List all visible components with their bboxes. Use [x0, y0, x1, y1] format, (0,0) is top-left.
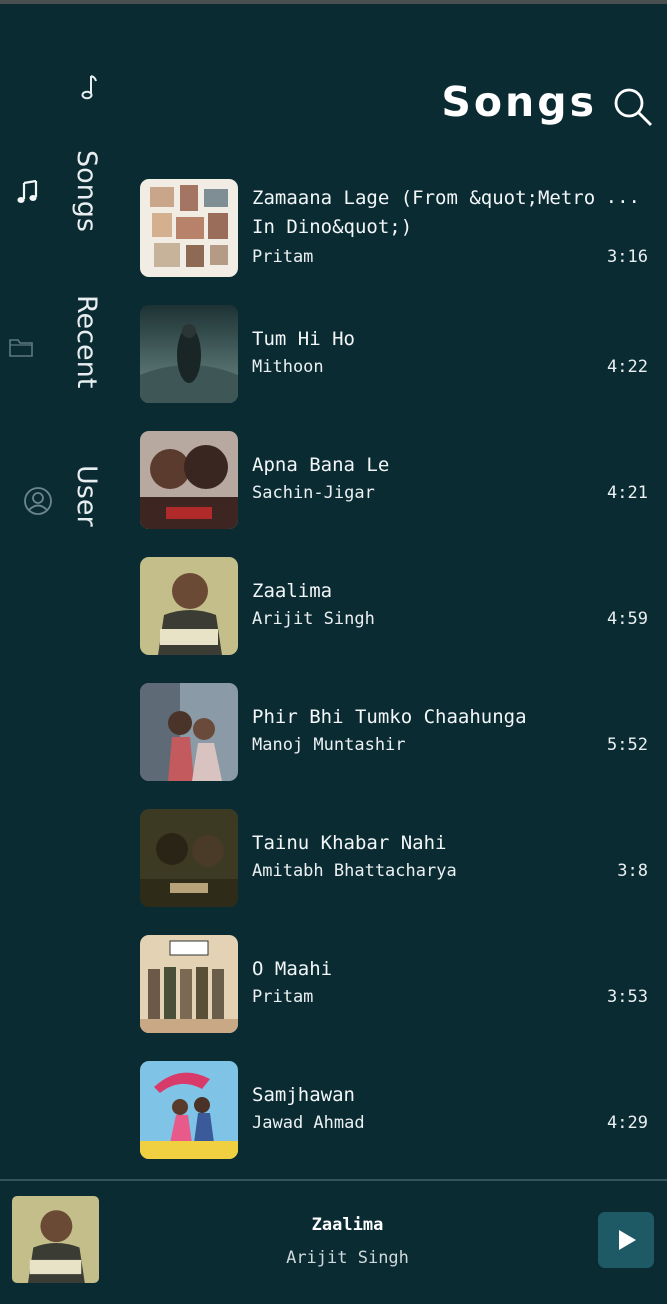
- song-duration: 4:22: [607, 357, 648, 377]
- album-art: [140, 557, 238, 655]
- top-border: [0, 0, 667, 4]
- song-row[interactable]: Zaalima Arijit Singh 4:59: [140, 557, 650, 655]
- search-icon: [614, 88, 652, 126]
- song-duration: 3:8: [617, 861, 648, 881]
- album-art: [140, 305, 238, 403]
- song-artist: Mithoon: [252, 357, 324, 377]
- search-button[interactable]: [612, 86, 654, 128]
- song-row[interactable]: Phir Bhi Tumko Chaahunga Manoj Muntashir…: [140, 683, 650, 781]
- song-artist: Amitabh Bhattacharya: [252, 861, 457, 881]
- song-title: Zaalima: [252, 580, 333, 602]
- now-playing-artist: Arijit Singh: [286, 1248, 409, 1268]
- song-row[interactable]: Zamaana Lage (From &quot;Metro In Dino&q…: [140, 179, 650, 277]
- song-title: O Maahi: [252, 958, 333, 980]
- song-duration: 4:29: [607, 1113, 648, 1133]
- song-duration: 4:59: [607, 609, 648, 629]
- play-button[interactable]: [598, 1212, 654, 1268]
- song-artist: Jawad Ahmad: [252, 1113, 365, 1133]
- music-notes-icon: [16, 178, 46, 210]
- play-icon: [619, 1230, 636, 1250]
- song-artist: Manoj Muntashir: [252, 735, 406, 755]
- song-title: Zamaana Lage (From &quot;Metro In Dino&q…: [252, 187, 596, 238]
- song-artist: Pritam: [252, 987, 314, 1007]
- now-playing-title: Zaalima: [311, 1215, 384, 1235]
- album-art: [140, 1061, 238, 1159]
- song-duration: 3:53: [607, 987, 648, 1007]
- song-duration: 4:21: [607, 483, 648, 503]
- sidebar-item-label: Recent: [71, 295, 102, 389]
- song-artist: Arijit Singh: [252, 609, 375, 629]
- music-note-icon: [78, 74, 98, 106]
- song-artist: Pritam: [252, 247, 314, 267]
- song-duration: 3:16: [607, 247, 648, 267]
- sidebar-item-label: User: [71, 465, 102, 527]
- song-row[interactable]: Samjhawan Jawad Ahmad 4:29: [140, 1061, 650, 1159]
- song-row[interactable]: Apna Bana Le Sachin-Jigar 4:21: [140, 431, 650, 529]
- song-row[interactable]: Tum Hi Ho Mithoon 4:22: [140, 305, 650, 403]
- album-art: [140, 431, 238, 529]
- album-art: [140, 179, 238, 277]
- song-artist: Sachin-Jigar: [252, 483, 375, 503]
- song-row[interactable]: Tainu Khabar Nahi Amitabh Bhattacharya 3…: [140, 809, 650, 907]
- song-row[interactable]: O Maahi Pritam 3:53: [140, 935, 650, 1033]
- song-title: Samjhawan: [252, 1084, 355, 1106]
- folder-icon: [8, 335, 34, 363]
- album-art: [140, 809, 238, 907]
- song-title: Tum Hi Ho: [252, 328, 355, 350]
- now-playing-bar[interactable]: Zaalima Arijit Singh: [0, 1179, 667, 1304]
- song-title: Apna Bana Le: [252, 454, 390, 476]
- song-duration: 5:52: [607, 735, 648, 755]
- album-art: [140, 683, 238, 781]
- title-overflow: ...: [605, 186, 640, 208]
- user-icon: [23, 486, 53, 520]
- sidebar-item-label: Songs: [71, 150, 102, 232]
- song-title: Tainu Khabar Nahi: [252, 832, 447, 854]
- now-playing-album-art: [12, 1196, 99, 1283]
- song-title: Phir Bhi Tumko Chaahunga: [252, 706, 527, 728]
- album-art: [140, 935, 238, 1033]
- page-title: Songs: [441, 78, 597, 126]
